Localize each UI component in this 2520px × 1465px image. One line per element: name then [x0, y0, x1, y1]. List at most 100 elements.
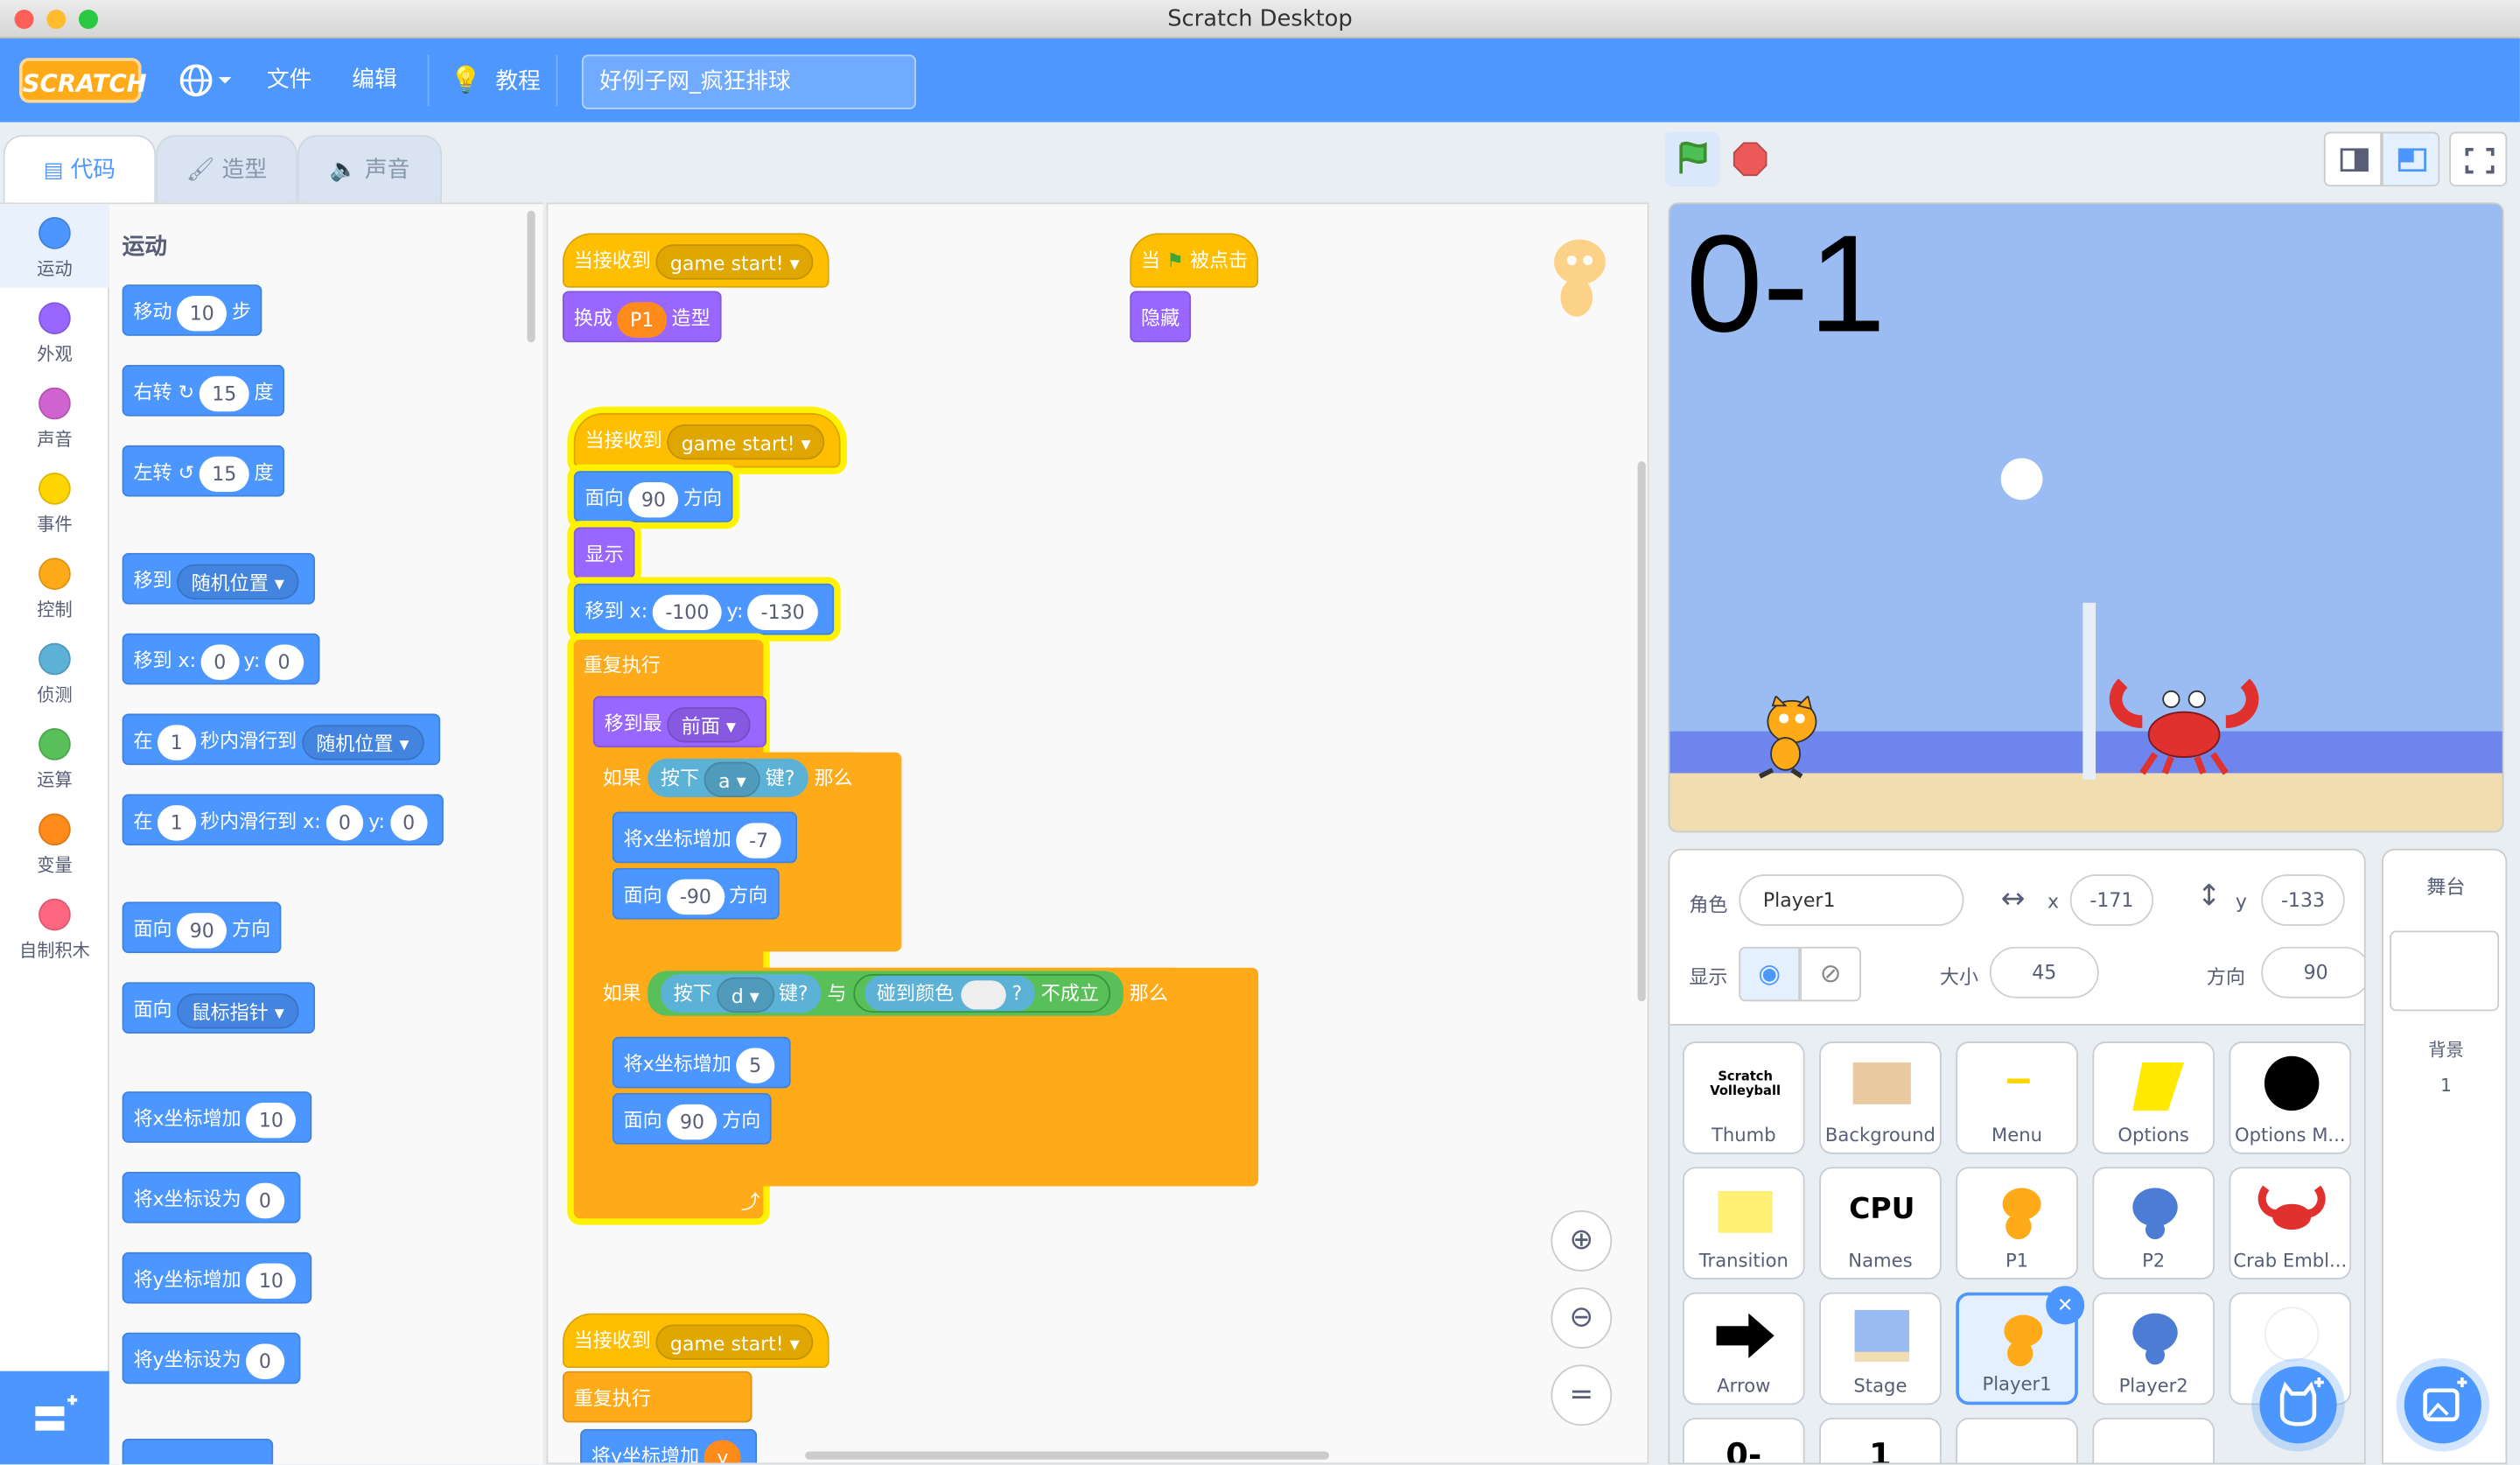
- sprite-tile[interactable]: [1956, 1417, 2078, 1463]
- sprite-tile[interactable]: Menu: [1956, 1041, 2078, 1154]
- script-hscrollbar[interactable]: [805, 1451, 1329, 1460]
- delete-sprite-icon[interactable]: ✕: [2046, 1286, 2085, 1325]
- minimize-window-button[interactable]: [46, 10, 66, 30]
- stage-canvas[interactable]: 0-1: [1668, 202, 2504, 833]
- stop-button[interactable]: [1732, 142, 1768, 177]
- fullscreen-button[interactable]: [2449, 131, 2508, 187]
- sprite-tile[interactable]: [2092, 1417, 2215, 1463]
- block-switch-costume[interactable]: 换成 P1 造型: [562, 291, 722, 343]
- block-hide[interactable]: 隐藏: [1130, 291, 1192, 343]
- y-input[interactable]: -133: [2261, 874, 2345, 926]
- scratch-logo[interactable]: SCRATCH: [19, 58, 147, 103]
- sprite-name-input[interactable]: Player1: [1739, 874, 1964, 926]
- block-change-x[interactable]: 将x坐标增加 10: [122, 1091, 313, 1143]
- script-vscrollbar[interactable]: [1637, 461, 1646, 1002]
- block-point-direction[interactable]: 面向 90 方向: [122, 901, 282, 954]
- file-menu[interactable]: 文件: [267, 61, 312, 100]
- language-menu[interactable]: [177, 61, 234, 100]
- tab-costumes[interactable]: 🖌 造型: [156, 135, 298, 203]
- block-glide-to[interactable]: 在 1 秒内滑行到 随机位置 ▾: [122, 713, 440, 766]
- block-turn-left[interactable]: 左转 ↺ 15 度: [122, 445, 285, 497]
- block-move[interactable]: 移动 10 步: [122, 284, 262, 336]
- block-if[interactable]: 如果 按下 a ▾ 键? 那么: [592, 752, 863, 804]
- category-6[interactable]: 运算: [0, 715, 109, 799]
- sprite-tile[interactable]: Options: [2092, 1041, 2215, 1154]
- sprite-tile[interactable]: Stage: [1819, 1292, 1942, 1405]
- tab-sounds[interactable]: 🔈 声音: [297, 135, 443, 203]
- block-point-direction[interactable]: 面向 90 方向: [612, 1092, 773, 1145]
- block-when-receive[interactable]: 当接收到 game start! ▾: [573, 413, 842, 468]
- add-backdrop-button[interactable]: [2404, 1366, 2482, 1444]
- x-input[interactable]: -171: [2069, 874, 2154, 926]
- large-stage-button[interactable]: [2381, 131, 2440, 187]
- block-change-x[interactable]: 将x坐标增加 5: [612, 1036, 791, 1089]
- edit-menu[interactable]: 编辑: [352, 61, 396, 100]
- size-input[interactable]: 45: [1989, 946, 2099, 999]
- sprite-tile[interactable]: Options M...: [2229, 1041, 2352, 1154]
- block-change-y[interactable]: 将y坐标增加 10: [122, 1251, 313, 1304]
- sprite-tile[interactable]: Player2: [2092, 1292, 2215, 1405]
- add-extension-button[interactable]: [0, 1370, 109, 1465]
- category-7[interactable]: 变量: [0, 801, 109, 885]
- sprite-tile[interactable]: Background: [1819, 1041, 1942, 1154]
- block-turn-right[interactable]: 右转 ↻ 15 度: [122, 364, 285, 417]
- block-point-direction[interactable]: 面向 90 方向: [573, 471, 734, 522]
- sprite-tile[interactable]: Scratch Volleyball Thumb: [1683, 1041, 1805, 1154]
- block-forever[interactable]: 重复执行: [573, 640, 764, 691]
- volleyball: [2000, 458, 2043, 501]
- block-glide-xy[interactable]: 在 1 秒内滑行到 x: 0 y: 0: [122, 794, 444, 846]
- category-0[interactable]: 运动: [0, 204, 109, 288]
- block-when-receive[interactable]: 当接收到 game start! ▾: [562, 233, 830, 288]
- show-sprite-button[interactable]: ◉: [1739, 946, 1801, 1002]
- block-forever[interactable]: 重复执行: [562, 1370, 752, 1423]
- sprite-tile[interactable]: Arrow: [1683, 1292, 1805, 1405]
- sprite-tile[interactable]: P1: [1956, 1167, 2078, 1280]
- block-point-towards[interactable]: 面向 鼠标指针 ▾: [122, 982, 315, 1034]
- block-if[interactable]: 如果 按下 d ▾ 键? 与 碰到颜色? 不成立 那么: [592, 967, 1178, 1023]
- block-set-y[interactable]: 将y坐标设为 0: [122, 1332, 301, 1384]
- close-window-button[interactable]: [14, 10, 34, 30]
- small-stage-button[interactable]: [2323, 131, 2382, 187]
- block-change-y[interactable]: 将y坐标增加 y: [580, 1428, 758, 1463]
- block-when-receive[interactable]: 当接收到 game start! ▾: [562, 1313, 830, 1369]
- category-8[interactable]: 自制积木: [0, 886, 109, 970]
- category-5[interactable]: 侦测: [0, 630, 109, 714]
- sprite-tile[interactable]: Player1 ✕: [1956, 1286, 2085, 1405]
- palette-scrollbar[interactable]: [527, 210, 536, 343]
- category-3[interactable]: 事件: [0, 459, 109, 543]
- block-go-front[interactable]: 移到最 前面 ▾: [592, 696, 766, 748]
- direction-input[interactable]: 90: [2261, 946, 2364, 999]
- script-area[interactable]: 当接收到 game start! ▾ 换成 P1 造型 当 ⚑ 被点击 隐藏 当接收到…: [546, 202, 1649, 1465]
- block-set-x[interactable]: 将x坐标设为 0: [122, 1171, 301, 1223]
- tutorials-menu[interactable]: 💡 教程: [450, 61, 541, 100]
- add-sprite-button[interactable]: [2259, 1366, 2337, 1444]
- block-goto[interactable]: 移到 随机位置 ▾: [122, 552, 315, 605]
- block-point-direction[interactable]: 面向 -90 方向: [612, 867, 780, 920]
- block-show[interactable]: 显示: [573, 527, 635, 579]
- block-when-flag-clicked[interactable]: 当 ⚑ 被点击: [1130, 233, 1259, 288]
- category-4[interactable]: 控制: [0, 545, 109, 629]
- zoom-out-button[interactable]: ⊖: [1550, 1287, 1613, 1349]
- direction-label: 方向: [2206, 965, 2245, 989]
- sprite-tile[interactable]: Crab Embl...: [2229, 1167, 2352, 1280]
- zoom-window-button[interactable]: [78, 10, 99, 30]
- tab-code[interactable]: ▤ 代码: [3, 135, 157, 203]
- sprite-tile[interactable]: Transition: [1683, 1167, 1805, 1280]
- block-goto-xy[interactable]: 移到 x: 0 y: 0: [122, 633, 319, 685]
- zoom-in-button[interactable]: ⊕: [1550, 1210, 1613, 1272]
- sprite-tile[interactable]: 1: [1819, 1417, 1942, 1463]
- block-change-x[interactable]: 将x坐标增加 -7: [612, 811, 798, 864]
- zoom-reset-button[interactable]: =: [1550, 1364, 1613, 1426]
- project-title-input[interactable]: 好例子网_疯狂排球: [581, 54, 916, 109]
- hide-sprite-button[interactable]: ⊘: [1800, 946, 1861, 1002]
- sprite-tile[interactable]: CPU Names: [1819, 1167, 1942, 1280]
- sprite-tile[interactable]: P2: [2092, 1167, 2215, 1280]
- color-swatch[interactable]: [960, 979, 1005, 1009]
- sprite-tile[interactable]: 0-: [1683, 1417, 1805, 1463]
- category-1[interactable]: 外观: [0, 290, 109, 374]
- stage-thumbnail[interactable]: [2390, 930, 2500, 1012]
- block-goto-xy[interactable]: 移到 x: -100 y: -130: [573, 583, 834, 635]
- block-partial[interactable]: [122, 1438, 274, 1465]
- green-flag-button[interactable]: [1664, 131, 1720, 187]
- category-2[interactable]: 声音: [0, 375, 109, 459]
